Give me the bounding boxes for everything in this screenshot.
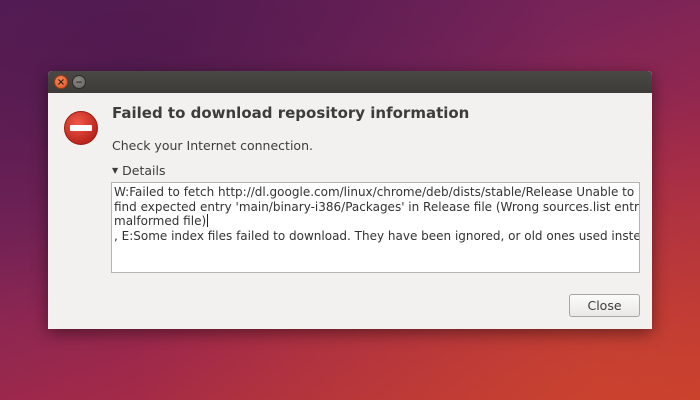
close-button[interactable]: Close	[569, 294, 640, 317]
details-text-area[interactable]: W:Failed to fetch http://dl.google.com/l…	[111, 182, 640, 273]
details-label: Details	[122, 163, 166, 178]
window-minimize-icon[interactable]: −	[72, 75, 86, 89]
dialog-titlebar[interactable]: × −	[48, 71, 652, 93]
text-cursor	[207, 214, 209, 227]
details-line: , E:Some index files failed to download.…	[114, 228, 640, 243]
details-line: find expected entry 'main/binary-i386/Pa…	[114, 199, 640, 214]
stop-icon	[64, 111, 98, 145]
details-expander[interactable]: ▼ Details	[112, 163, 166, 178]
details-line-text: malformed file)	[114, 214, 207, 228]
dialog-heading: Failed to download repository informatio…	[112, 104, 470, 122]
details-line: W:Failed to fetch http://dl.google.com/l…	[114, 185, 635, 199]
window-close-icon[interactable]: ×	[54, 75, 68, 89]
triangle-down-icon: ▼	[112, 166, 119, 175]
details-line: malformed file)	[114, 214, 637, 229]
dialog-message: Check your Internet connection.	[112, 138, 313, 153]
